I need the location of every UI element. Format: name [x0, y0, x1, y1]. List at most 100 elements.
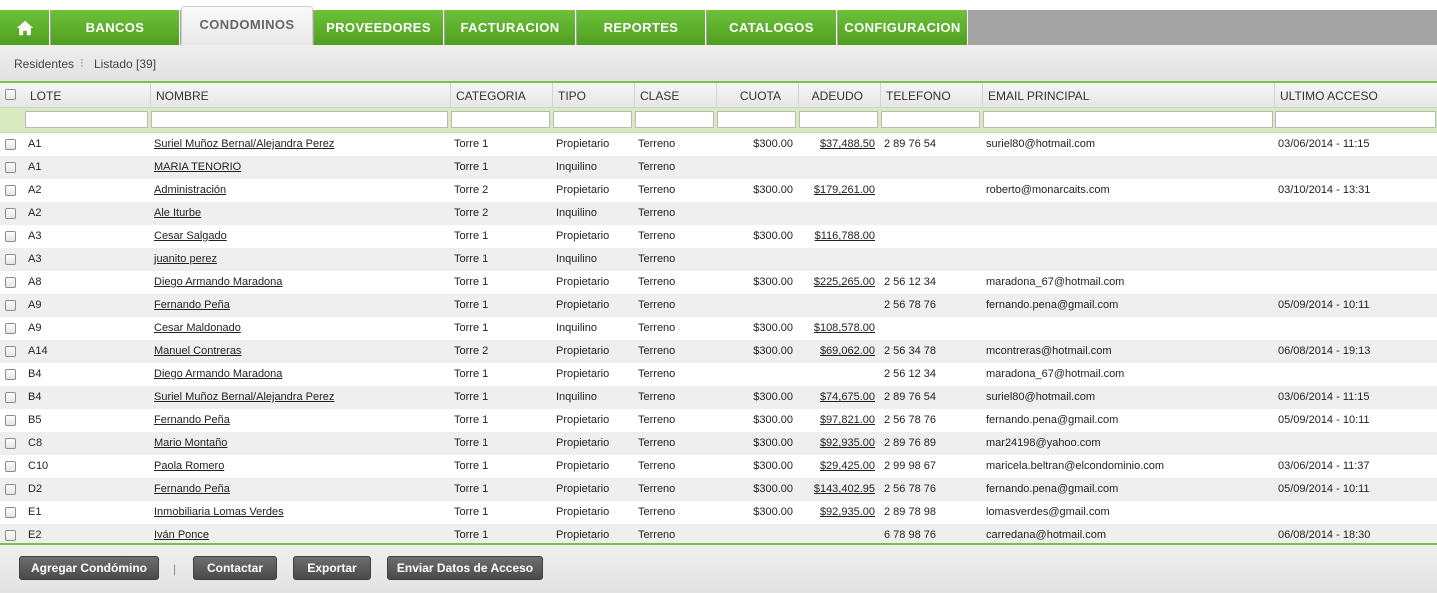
table-row[interactable]: A8 Diego Armando Maradona Torre 1 Propietar…: [0, 271, 1437, 294]
tab-reportes[interactable]: REPORTES: [577, 10, 706, 45]
cell-nombre[interactable]: Ale Iturbe: [154, 207, 201, 219]
table-row[interactable]: B5 Fernando Peña Torre 1 Propietario Terreno…: [0, 409, 1437, 432]
tab-facturacion[interactable]: FACTURACION: [445, 10, 576, 45]
cell-nombre[interactable]: MARIA TENORIO: [154, 161, 241, 173]
row-checkbox[interactable]: [5, 484, 16, 495]
row-checkbox[interactable]: [5, 300, 16, 311]
select-all-checkbox[interactable]: [5, 89, 16, 100]
cell-adeudo[interactable]: $29,425.00: [798, 460, 875, 472]
filter-input-clase[interactable]: [635, 111, 714, 128]
row-checkbox[interactable]: [5, 208, 16, 219]
cell-nombre[interactable]: Manuel Contreras: [154, 345, 241, 357]
filter-input-telefono[interactable]: [881, 111, 980, 128]
cell-adeudo[interactable]: $143,402.95: [798, 483, 875, 495]
column-header-adeudo[interactable]: ADEUDO: [798, 89, 863, 103]
table-row[interactable]: A3 Cesar Salgado Torre 1 Propietario Terreno…: [0, 225, 1437, 248]
table-row[interactable]: A1 Suriel Muñoz Bernal/Alejandra Perez Tor…: [0, 133, 1437, 156]
cell-nombre[interactable]: Cesar Maldonado: [154, 322, 241, 334]
cell-nombre[interactable]: Fernando Peña: [154, 414, 230, 426]
row-checkbox[interactable]: [5, 530, 16, 541]
table-row[interactable]: A2 Administración Torre 2 Propietario Terren…: [0, 179, 1437, 202]
row-checkbox[interactable]: [5, 254, 16, 265]
filter-input-cuota[interactable]: [717, 111, 796, 128]
send-access-data-button[interactable]: Enviar Datos de Acceso: [387, 556, 543, 580]
cell-nombre[interactable]: juanito perez: [154, 253, 217, 265]
row-checkbox[interactable]: [5, 231, 16, 242]
cell-adeudo[interactable]: $97,821.00: [798, 414, 875, 426]
row-checkbox[interactable]: [5, 438, 16, 449]
column-header-nombre[interactable]: NOMBRE: [156, 89, 209, 103]
filter-input-adeudo[interactable]: [799, 111, 878, 128]
table-row[interactable]: E2 Iván Ponce Torre 1 Propietario Terreno 6 7…: [0, 524, 1437, 543]
column-header-clase[interactable]: CLASE: [640, 89, 679, 103]
cell-nombre[interactable]: Fernando Peña: [154, 299, 230, 311]
cell-nombre[interactable]: Fernando Peña: [154, 483, 230, 495]
row-checkbox[interactable]: [5, 277, 16, 288]
cell-adeudo[interactable]: $37,488.50: [798, 138, 875, 150]
tab-bancos[interactable]: BANCOS: [51, 10, 180, 45]
table-row[interactable]: C8 Mario Montaño Torre 1 Propietario Terreno…: [0, 432, 1437, 455]
column-header-lote[interactable]: LOTE: [30, 89, 61, 103]
row-checkbox[interactable]: [5, 392, 16, 403]
tab-catalogos[interactable]: CATALOGOS: [707, 10, 837, 45]
cell-adeudo[interactable]: $108,578.00: [798, 322, 875, 334]
filter-input-lote[interactable]: [25, 111, 148, 128]
filter-input-ultimo-acceso[interactable]: [1275, 111, 1436, 128]
row-checkbox[interactable]: [5, 185, 16, 196]
table-row[interactable]: A14 Manuel Contreras Torre 2 Propietario Ter…: [0, 340, 1437, 363]
filter-input-email[interactable]: [983, 111, 1273, 128]
cell-nombre[interactable]: Administración: [154, 184, 226, 196]
column-header-ultimo-acceso[interactable]: ULTIMO ACCESO: [1280, 89, 1378, 103]
table-row[interactable]: A1 MARIA TENORIO Torre 1 Inquilino Terreno: [0, 156, 1437, 179]
column-header-telefono[interactable]: TELEFONO: [886, 89, 951, 103]
column-header-tipo[interactable]: TIPO: [558, 89, 586, 103]
home-tab[interactable]: [0, 10, 50, 45]
breadcrumb-parent[interactable]: Residentes: [14, 57, 74, 71]
table-row[interactable]: A2 Ale Iturbe Torre 2 Inquilino Terreno: [0, 202, 1437, 225]
cell-nombre[interactable]: Mario Montaño: [154, 437, 227, 449]
table-row[interactable]: A9 Cesar Maldonado Torre 1 Inquilino Terreno…: [0, 317, 1437, 340]
cell-adeudo[interactable]: $69,062.00: [798, 345, 875, 357]
filter-input-tipo[interactable]: [553, 111, 632, 128]
cell-adeudo[interactable]: $116,788.00: [798, 230, 875, 242]
cell-nombre[interactable]: Diego Armando Maradona: [154, 276, 282, 288]
row-checkbox[interactable]: [5, 415, 16, 426]
cell-adeudo[interactable]: $225,265.00: [798, 276, 875, 288]
cell-adeudo[interactable]: $92,935.00: [798, 506, 875, 518]
tab-configuracion[interactable]: CONFIGURACION: [838, 10, 968, 45]
filter-input-nombre[interactable]: [151, 111, 448, 128]
cell-nombre[interactable]: Diego Armando Maradona: [154, 368, 282, 380]
export-button[interactable]: Exportar: [293, 556, 371, 580]
table-row[interactable]: A3 juanito perez Torre 1 Inquilino Terreno: [0, 248, 1437, 271]
row-checkbox[interactable]: [5, 507, 16, 518]
cell-nombre[interactable]: Suriel Muñoz Bernal/Alejandra Perez: [154, 391, 334, 403]
tab-condominos[interactable]: CONDOMINOS: [181, 6, 313, 45]
cell-adeudo[interactable]: $92,935.00: [798, 437, 875, 449]
table-row[interactable]: E1 Inmobiliaria Lomas Verdes Torre 1 Propie…: [0, 501, 1437, 524]
cell-nombre[interactable]: Inmobiliaria Lomas Verdes: [154, 506, 284, 518]
tab-proveedores[interactable]: PROVEEDORES: [314, 10, 444, 45]
cell-nombre[interactable]: Paola Romero: [154, 460, 224, 472]
add-condomino-button[interactable]: Agregar Condómino: [19, 556, 159, 580]
row-checkbox[interactable]: [5, 346, 16, 357]
row-checkbox[interactable]: [5, 162, 16, 173]
column-header-email[interactable]: EMAIL PRINCIPAL: [988, 89, 1089, 103]
cell-nombre[interactable]: Suriel Muñoz Bernal/Alejandra Perez: [154, 138, 334, 150]
row-checkbox[interactable]: [5, 461, 16, 472]
table-row[interactable]: B4 Suriel Muñoz Bernal/Alejandra Perez Tor…: [0, 386, 1437, 409]
table-row[interactable]: B4 Diego Armando Maradona Torre 1 Propietar…: [0, 363, 1437, 386]
cell-adeudo[interactable]: $74,675.00: [798, 391, 875, 403]
contact-button[interactable]: Contactar: [193, 556, 277, 580]
cell-nombre[interactable]: Iván Ponce: [154, 529, 209, 541]
table-row[interactable]: C10 Paola Romero Torre 1 Propietario Terreno…: [0, 455, 1437, 478]
cell-nombre[interactable]: Cesar Salgado: [154, 230, 227, 242]
column-header-categoria[interactable]: CATEGORIA: [456, 89, 526, 103]
filter-input-categoria[interactable]: [451, 111, 550, 128]
row-checkbox[interactable]: [5, 323, 16, 334]
row-checkbox[interactable]: [5, 369, 16, 380]
table-row[interactable]: D2 Fernando Peña Torre 1 Propietario Terreno…: [0, 478, 1437, 501]
row-checkbox[interactable]: [5, 139, 16, 150]
cell-adeudo[interactable]: $179,261.00: [798, 184, 875, 196]
column-header-cuota[interactable]: CUOTA: [716, 89, 781, 103]
table-row[interactable]: A9 Fernando Peña Torre 1 Propietario Terreno…: [0, 294, 1437, 317]
